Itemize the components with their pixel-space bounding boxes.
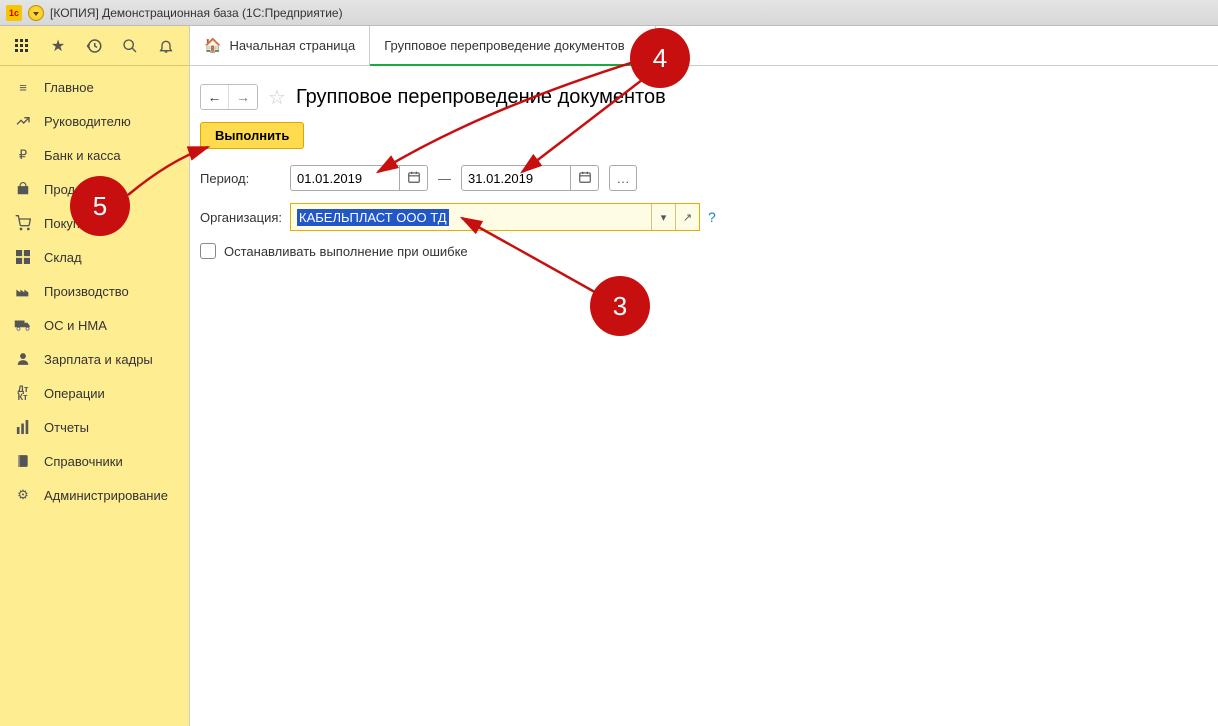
menu-icon: ≡ [14, 78, 32, 96]
back-button[interactable]: ← [201, 85, 229, 109]
person-icon [14, 350, 32, 368]
stop-on-error-label: Останавливать выполнение при ошибке [224, 244, 468, 259]
execute-button[interactable]: Выполнить [200, 122, 304, 149]
home-icon: 🏠 [204, 37, 221, 54]
org-field-wrap: КАБЕЛЬПЛАСТ ООО ТД ▾ ↗ [290, 203, 700, 231]
sidebar-item-admin[interactable]: ⚙ Администрирование [0, 478, 189, 512]
form-body: Выполнить Период: — … Организация: КАБЕЛ… [190, 122, 1218, 259]
stop-on-error-checkbox[interactable] [200, 243, 216, 259]
favorite-star-icon[interactable]: ☆ [268, 85, 286, 110]
factory-icon [14, 282, 32, 300]
calendar-to-button[interactable] [571, 165, 599, 191]
apps-icon[interactable] [12, 36, 32, 56]
forward-button[interactable]: → [229, 85, 257, 109]
sidebar-item-bank[interactable]: ₽ Банк и касса [0, 138, 189, 172]
sidebar-item-label: Отчеты [44, 420, 89, 435]
page-title: Групповое перепроведение документов [296, 86, 666, 109]
sidebar-item-label: Продажи [44, 182, 98, 197]
sidebar-item-label: Склад [44, 250, 82, 265]
org-row: Организация: КАБЕЛЬПЛАСТ ООО ТД ▾ ↗ ? [200, 203, 1208, 231]
sidebar-item-label: Покупки [44, 216, 93, 231]
titlebar-dropdown-icon[interactable] [28, 5, 44, 21]
sidebar-item-label: Руководителю [44, 114, 131, 129]
tab-home[interactable]: 🏠 Начальная страница [190, 26, 370, 65]
sidebar-item-purchases[interactable]: Покупки [0, 206, 189, 240]
bag-icon [14, 180, 32, 198]
page-header: ← → ☆ Групповое перепроведение документо… [190, 66, 1218, 122]
sidebar-item-label: ОС и НМА [44, 318, 107, 333]
sidebar-item-reports[interactable]: Отчеты [0, 410, 189, 444]
stop-on-error-row: Останавливать выполнение при ошибке [200, 243, 1208, 259]
sidebar-item-label: Администрирование [44, 488, 168, 503]
sidebar-item-label: Операции [44, 386, 105, 401]
ruble-icon: ₽ [14, 146, 32, 164]
dtkt-icon: ДтКт [14, 384, 32, 402]
date-from-input[interactable] [290, 165, 400, 191]
sidebar-item-operations[interactable]: ДтКт Операции [0, 376, 189, 410]
search-icon[interactable] [120, 36, 140, 56]
sidebar: ★ ≡ Главное Руководителю ₽ Банк и касса Пр… [0, 26, 190, 726]
sidebar-item-main[interactable]: ≡ Главное [0, 70, 189, 104]
org-label: Организация: [200, 210, 290, 225]
window-title: [КОПИЯ] Демонстрационная база (1С:Предпр… [50, 6, 343, 20]
content-area: 🏠 Начальная страница Групповое перепрове… [190, 26, 1218, 726]
chart-line-icon [14, 112, 32, 130]
truck-icon [14, 316, 32, 334]
sidebar-item-label: Зарплата и кадры [44, 352, 153, 367]
history-icon[interactable] [84, 36, 104, 56]
tab-label: Групповое перепроведение документов [384, 38, 624, 53]
bell-icon[interactable] [156, 36, 176, 56]
nav-back-forward: ← → [200, 84, 258, 110]
period-row: Период: — … [200, 165, 1208, 191]
calendar-from-button[interactable] [400, 165, 428, 191]
org-input[interactable]: КАБЕЛЬПЛАСТ ООО ТД [291, 210, 651, 225]
sidebar-item-label: Банк и касса [44, 148, 121, 163]
sidebar-item-stock[interactable]: Склад [0, 240, 189, 274]
period-label: Период: [200, 171, 290, 186]
org-dropdown-button[interactable]: ▾ [651, 204, 675, 230]
date-to-input[interactable] [461, 165, 571, 191]
period-more-button[interactable]: … [609, 165, 637, 191]
window-titlebar: 1c [КОПИЯ] Демонстрационная база (1С:Пре… [0, 0, 1218, 26]
cart-icon [14, 214, 32, 232]
sidebar-item-hr[interactable]: Зарплата и кадры [0, 342, 189, 376]
star-icon[interactable]: ★ [48, 36, 68, 56]
app-logo-icon: 1c [6, 5, 22, 21]
bars-icon [14, 418, 32, 436]
sidebar-item-manager[interactable]: Руководителю [0, 104, 189, 138]
sidebar-item-sales[interactable]: Продажи [0, 172, 189, 206]
sidebar-item-label: Производство [44, 284, 129, 299]
nav-list: ≡ Главное Руководителю ₽ Банк и касса Прод… [0, 66, 189, 516]
book-icon [14, 452, 32, 470]
tab-bar: 🏠 Начальная страница Групповое перепрове… [190, 26, 1218, 66]
help-icon[interactable]: ? [708, 209, 716, 225]
sidebar-item-production[interactable]: Производство [0, 274, 189, 308]
gear-icon: ⚙ [14, 486, 32, 504]
period-dash: — [438, 171, 451, 186]
org-open-button[interactable]: ↗ [675, 204, 699, 230]
sidebar-item-label: Главное [44, 80, 94, 95]
tab-label: Начальная страница [229, 38, 355, 53]
sidebar-toolbar: ★ [0, 26, 189, 66]
tab-reposting[interactable]: Групповое перепроведение документов × [370, 26, 656, 65]
sidebar-item-assets[interactable]: ОС и НМА [0, 308, 189, 342]
grid-icon [14, 248, 32, 266]
sidebar-item-label: Справочники [44, 454, 123, 469]
sidebar-item-catalogs[interactable]: Справочники [0, 444, 189, 478]
close-icon[interactable]: × [633, 38, 641, 54]
